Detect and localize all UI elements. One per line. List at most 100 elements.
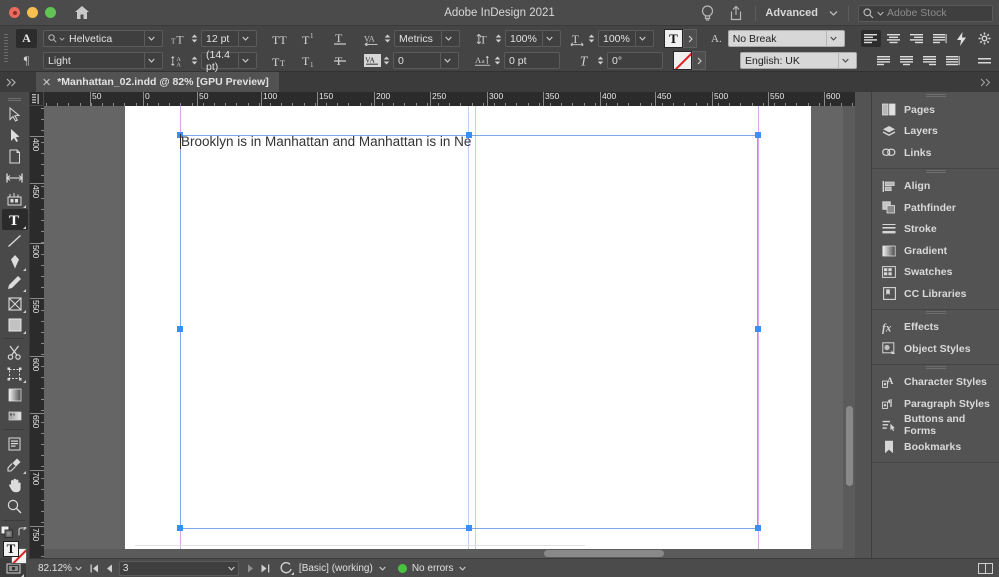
dock-item-gradient[interactable]: Gradient	[872, 240, 999, 262]
workspace-switcher[interactable]: Advanced	[765, 7, 818, 19]
selection-handle-bc[interactable]	[466, 525, 472, 531]
default-fill-stroke-icon[interactable]	[1, 526, 13, 538]
canvas-vertical-scrollbar[interactable]	[843, 106, 855, 558]
skew-stepper[interactable]	[595, 52, 606, 69]
rectangle-tool[interactable]	[2, 314, 28, 335]
font-size-input[interactable]: 12 pt	[201, 30, 257, 47]
small-caps-icon[interactable]: TT	[271, 51, 292, 70]
last-page-icon[interactable]	[261, 564, 270, 573]
dock-item-pages[interactable]: Pages	[872, 99, 999, 121]
first-page-icon[interactable]	[90, 564, 99, 573]
superscript-icon[interactable]: T1	[300, 29, 321, 48]
tracking-stepper[interactable]	[381, 52, 392, 69]
leading-input[interactable]: (14.4 pt)	[201, 52, 257, 69]
baseline-shift-input[interactable]: 0 pt	[504, 52, 560, 69]
chevron-down-icon[interactable]	[441, 30, 455, 47]
scissors-tool[interactable]	[2, 342, 28, 363]
direct-selection-tool[interactable]	[2, 125, 28, 146]
adobe-stock-search[interactable]: Adobe Stock	[858, 5, 993, 22]
dock-item-cc-libraries[interactable]: CC Libraries	[872, 283, 999, 305]
dock-item-effects[interactable]: fxEffects	[872, 317, 999, 339]
panel-options-icon[interactable]	[978, 32, 991, 45]
underline-icon[interactable]: T	[329, 29, 350, 48]
character-formatting-icon[interactable]: A	[16, 29, 37, 48]
dock-item-paragraph-styles[interactable]: ¶Paragraph Styles	[872, 393, 999, 415]
formatting-affects-text-icon[interactable]: T	[664, 29, 683, 48]
strikethrough-icon[interactable]: T	[329, 51, 350, 70]
ruler-origin-corner[interactable]	[30, 92, 44, 106]
chevron-down-icon[interactable]	[459, 566, 466, 571]
lightbulb-icon[interactable]	[697, 3, 717, 23]
dock-group-gripper[interactable]	[872, 92, 999, 99]
gradient-swatch-tool[interactable]	[2, 384, 28, 405]
close-icon[interactable]: ✕	[42, 76, 51, 89]
horizontal-ruler[interactable]: 50050100150200250300350400450500550600	[44, 92, 855, 106]
chevron-down-icon[interactable]	[838, 52, 852, 69]
next-page-icon[interactable]	[247, 564, 254, 573]
chevron-down-icon[interactable]	[826, 30, 840, 47]
minimize-window-button[interactable]	[27, 7, 38, 18]
justify-last-left-icon[interactable]	[930, 30, 950, 47]
dock-item-character-styles[interactable]: ACharacter Styles	[872, 372, 999, 394]
chevron-down-icon[interactable]	[827, 3, 839, 23]
dock-item-stroke[interactable]: Stroke	[872, 219, 999, 241]
chevron-down-icon[interactable]	[635, 30, 649, 47]
type-tool[interactable]: T	[2, 209, 28, 230]
vertical-scale-stepper[interactable]	[493, 30, 504, 47]
page-tool[interactable]	[2, 146, 28, 167]
eyedropper-tool[interactable]	[2, 454, 28, 475]
chevron-down-icon[interactable]	[542, 30, 556, 47]
font-family-input[interactable]: Helvetica	[43, 30, 163, 47]
zoom-level-control[interactable]: 82.12%	[38, 563, 82, 574]
tracking-input[interactable]: 0	[393, 52, 459, 69]
gap-tool[interactable]	[2, 167, 28, 188]
note-tool[interactable]	[2, 433, 28, 454]
full-justify-icon[interactable]	[942, 52, 962, 69]
line-tool[interactable]	[2, 230, 28, 251]
skew-input[interactable]: 0°	[607, 52, 663, 69]
fill-swatch-text-icon[interactable]: T	[3, 541, 19, 557]
panel-menu-icon[interactable]	[978, 56, 991, 66]
selection-tool[interactable]	[2, 104, 28, 125]
paragraph-formatting-icon[interactable]: ¶	[16, 51, 37, 70]
page-layout-icon[interactable]	[978, 563, 993, 574]
chevron-down-icon[interactable]	[238, 30, 252, 47]
pen-tool[interactable]	[2, 251, 28, 272]
zoom-tool[interactable]	[2, 496, 28, 517]
preflight-group[interactable]: [Basic] (working)	[280, 562, 386, 575]
selection-handle-tr[interactable]	[755, 132, 761, 138]
dock-group-gripper[interactable]	[872, 310, 999, 317]
dock-item-links[interactable]: Links	[872, 142, 999, 164]
selection-handle-br[interactable]	[755, 525, 761, 531]
free-transform-tool[interactable]	[2, 363, 28, 384]
font-size-stepper[interactable]	[189, 30, 200, 47]
text-frame-right-edge[interactable]	[757, 135, 758, 529]
document-body-text[interactable]: Brooklyn is in Manhattan and Manhattan i…	[181, 134, 471, 149]
justify-all-icon[interactable]	[873, 52, 893, 69]
chevron-down-icon[interactable]	[238, 52, 252, 69]
language-dropdown[interactable]: English: UK	[740, 52, 857, 69]
document-page[interactable]: Brooklyn is in Manhattan and Manhattan i…	[125, 106, 811, 558]
vertical-ruler[interactable]: 400450500550600650700750	[30, 106, 44, 558]
stroke-none-icon[interactable]	[673, 51, 692, 70]
stroke-chevron-right-icon[interactable]	[692, 51, 706, 70]
arrange-documents-icon[interactable]	[973, 72, 999, 92]
align-left-icon[interactable]	[861, 30, 881, 47]
dock-group-gripper[interactable]	[872, 169, 999, 176]
kerning-input[interactable]: Metrics	[394, 30, 460, 47]
maximize-window-button[interactable]	[45, 7, 56, 18]
content-collector-tool[interactable]	[2, 188, 28, 209]
error-status-group[interactable]: No errors	[398, 563, 466, 574]
all-caps-icon[interactable]: TT	[271, 29, 292, 48]
home-icon[interactable]	[72, 3, 92, 23]
pencil-tool[interactable]	[2, 272, 28, 293]
chevron-down-icon[interactable]	[228, 566, 235, 571]
text-frame-left-edge[interactable]	[180, 135, 181, 529]
align-right-icon[interactable]	[907, 30, 927, 47]
horizontal-scale-input[interactable]: 100%	[598, 30, 654, 47]
dock-item-bookmarks[interactable]: Bookmarks	[872, 436, 999, 458]
chevron-down-icon[interactable]	[144, 30, 158, 47]
dock-group-gripper[interactable]	[872, 365, 999, 372]
fill-chevron-right-icon[interactable]	[683, 29, 697, 48]
selection-handle-ml[interactable]	[177, 326, 183, 332]
